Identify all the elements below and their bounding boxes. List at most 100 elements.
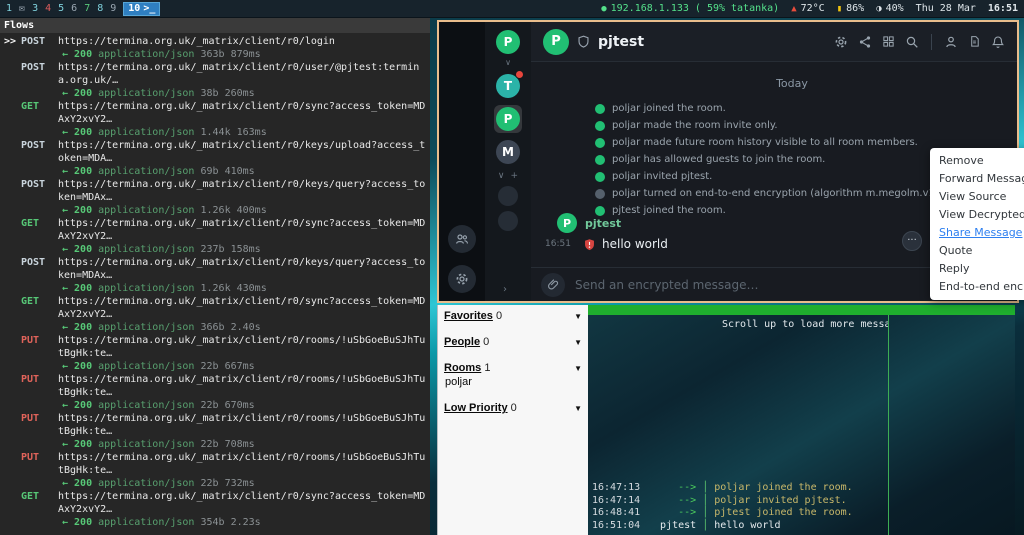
menu-item-quote[interactable]: Quote bbox=[930, 242, 1024, 260]
space-avatar[interactable] bbox=[498, 211, 518, 231]
nicklist-separator[interactable] bbox=[888, 315, 889, 535]
flow-row[interactable]: POSThttps://termina.org.uk/_matrix/clien… bbox=[4, 61, 426, 100]
line-message: poljar joined the room. bbox=[714, 482, 852, 493]
flow-row[interactable]: GEThttps://termina.org.uk/_matrix/client… bbox=[4, 295, 426, 334]
share-button[interactable] bbox=[858, 35, 872, 49]
collapse-triangle-icon[interactable]: ▼ bbox=[574, 404, 582, 413]
files-button[interactable] bbox=[968, 35, 981, 48]
bell-icon bbox=[991, 35, 1005, 49]
timeline-event[interactable]: poljar joined the room. bbox=[595, 100, 989, 117]
workspace-2[interactable]: ✉ bbox=[19, 3, 25, 14]
terminal-icon: >_ bbox=[143, 3, 155, 14]
room-group-header[interactable]: People 0▼ bbox=[444, 336, 582, 350]
network-text: 192.168.1.133 ( 59% tatanka) bbox=[611, 3, 780, 14]
event-text: poljar made the room invite only. bbox=[612, 120, 778, 131]
room-group-header[interactable]: Favorites 0▼ bbox=[444, 310, 582, 324]
flow-method: POST bbox=[21, 257, 45, 268]
menu-item-share-message[interactable]: Share Message bbox=[930, 224, 1024, 242]
menu-item-view-source[interactable]: View Source bbox=[930, 188, 1024, 206]
workspace-9[interactable]: 9 bbox=[110, 3, 116, 14]
flow-status: ← 200 bbox=[62, 166, 98, 177]
room-list-controls[interactable]: ∨+ bbox=[498, 171, 518, 181]
flow-row[interactable]: PUThttps://termina.org.uk/_matrix/client… bbox=[4, 412, 426, 451]
flow-row[interactable]: POSThttps://termina.org.uk/_matrix/clien… bbox=[4, 178, 426, 217]
room-avatar-t[interactable]: T bbox=[494, 72, 522, 100]
flow-content-type: application/json bbox=[98, 322, 200, 333]
flow-row[interactable]: PUThttps://termina.org.uk/_matrix/client… bbox=[4, 334, 426, 373]
flow-row[interactable]: POSThttps://termina.org.uk/_matrix/clien… bbox=[4, 256, 426, 295]
room-group-count: 0 bbox=[508, 402, 517, 414]
timeline-event[interactable]: poljar made the room invite only. bbox=[595, 117, 989, 134]
member-icon bbox=[944, 35, 958, 49]
settings-button[interactable] bbox=[448, 265, 476, 293]
chevron-up-icon[interactable]: ∨ bbox=[505, 59, 511, 67]
flow-row[interactable]: GEThttps://termina.org.uk/_matrix/client… bbox=[4, 100, 426, 139]
workspace-active-number: 10 bbox=[128, 3, 140, 14]
room-settings-button[interactable] bbox=[834, 35, 848, 49]
grid-button[interactable] bbox=[882, 35, 895, 48]
taskbar: 1✉3456789 10 >_ ●192.168.1.133 ( 59% tat… bbox=[0, 0, 1024, 18]
flow-content-type: application/json bbox=[98, 88, 200, 99]
collapse-triangle-icon[interactable]: ▼ bbox=[574, 338, 582, 347]
flow-row[interactable]: POSThttps://termina.org.uk/_matrix/clien… bbox=[4, 139, 426, 178]
workspace-4[interactable]: 4 bbox=[45, 3, 51, 14]
chat-line: 16:47:13--> │ poljar joined the room. bbox=[592, 482, 853, 494]
sender-avatar[interactable]: P bbox=[557, 213, 577, 233]
timeline-event[interactable]: poljar made future room history visible … bbox=[595, 134, 989, 151]
members-button[interactable] bbox=[944, 35, 958, 49]
flow-row[interactable]: GEThttps://termina.org.uk/_matrix/client… bbox=[4, 490, 426, 529]
user-avatar[interactable]: P bbox=[496, 30, 520, 54]
chevron-right-icon[interactable]: › bbox=[503, 284, 507, 295]
flow-size-time: 354b 2.23s bbox=[200, 517, 260, 528]
chat-message: P pjtest 16:51 hello world bbox=[545, 213, 953, 251]
flow-row[interactable]: PUThttps://termina.org.uk/_matrix/client… bbox=[4, 373, 426, 412]
flow-url: https://termina.org.uk/_matrix/client/r0… bbox=[58, 36, 335, 47]
room-group-label: Favorites bbox=[444, 310, 493, 322]
menu-item-end-to-end-encryption-information[interactable]: End-to-end encryption information bbox=[930, 278, 1024, 296]
room-avatar-p[interactable]: P bbox=[494, 105, 522, 133]
collapse-triangle-icon[interactable]: ▼ bbox=[574, 364, 582, 373]
flow-content-type: application/json bbox=[98, 127, 200, 138]
workspace-active[interactable]: 10 >_ bbox=[123, 2, 160, 16]
message-composer-input[interactable]: Send an encrypted message… bbox=[575, 278, 973, 292]
collapse-triangle-icon[interactable]: ▼ bbox=[574, 312, 582, 321]
space-avatar[interactable] bbox=[498, 186, 518, 206]
grid-icon bbox=[882, 35, 895, 48]
flow-row[interactable]: PUThttps://termina.org.uk/_matrix/client… bbox=[4, 451, 426, 490]
menu-item-view-decrypted-source[interactable]: View Decrypted Source bbox=[930, 206, 1024, 224]
notifications-button[interactable] bbox=[991, 35, 1005, 49]
message-options-button[interactable]: ··· bbox=[902, 231, 922, 251]
unencrypted-warning-shield-icon bbox=[583, 238, 596, 251]
attachment-button[interactable] bbox=[541, 273, 565, 297]
workspace-1[interactable]: 1 bbox=[6, 3, 12, 14]
flow-url: https://termina.org.uk/_matrix/client/r0… bbox=[58, 413, 425, 437]
member-avatar-icon bbox=[595, 104, 605, 114]
flow-row[interactable]: GEThttps://termina.org.uk/_matrix/client… bbox=[4, 217, 426, 256]
flow-url: https://termina.org.uk/_matrix/client/r0… bbox=[58, 296, 425, 320]
left-panel bbox=[439, 22, 485, 301]
workspace-3[interactable]: 3 bbox=[32, 3, 38, 14]
quaternion-window: Favorites 0▼People 0▼Rooms 1▼poljarLow P… bbox=[437, 305, 588, 535]
flow-selection-marker: >> bbox=[4, 35, 21, 48]
room-avatar-m[interactable]: M bbox=[494, 138, 522, 166]
people-button[interactable] bbox=[448, 225, 476, 253]
room-group-count: 1 bbox=[481, 362, 490, 374]
room-group-header[interactable]: Rooms 1▼ bbox=[444, 362, 582, 376]
flow-status: ← 200 bbox=[62, 400, 98, 411]
room-group-header[interactable]: Low Priority 0▼ bbox=[444, 402, 582, 416]
flow-row[interactable]: >>POSThttps://termina.org.uk/_matrix/cli… bbox=[4, 35, 426, 61]
workspace-8[interactable]: 8 bbox=[97, 3, 103, 14]
workspace-7[interactable]: 7 bbox=[84, 3, 90, 14]
workspace-6[interactable]: 6 bbox=[71, 3, 77, 14]
room-list-item[interactable]: poljar bbox=[444, 376, 582, 390]
menu-item-remove[interactable]: Remove bbox=[930, 152, 1024, 170]
menu-item-reply[interactable]: Reply bbox=[930, 260, 1024, 278]
room-avatar[interactable]: P bbox=[543, 29, 569, 55]
battery-status: ▮86% bbox=[837, 3, 864, 14]
sender-name[interactable]: pjtest bbox=[585, 217, 621, 230]
flow-content-type: application/json bbox=[98, 205, 200, 216]
workspace-5[interactable]: 5 bbox=[58, 3, 64, 14]
search-button[interactable] bbox=[905, 35, 919, 49]
flow-content-type: application/json bbox=[98, 244, 200, 255]
menu-item-forward-message[interactable]: Forward Message bbox=[930, 170, 1024, 188]
